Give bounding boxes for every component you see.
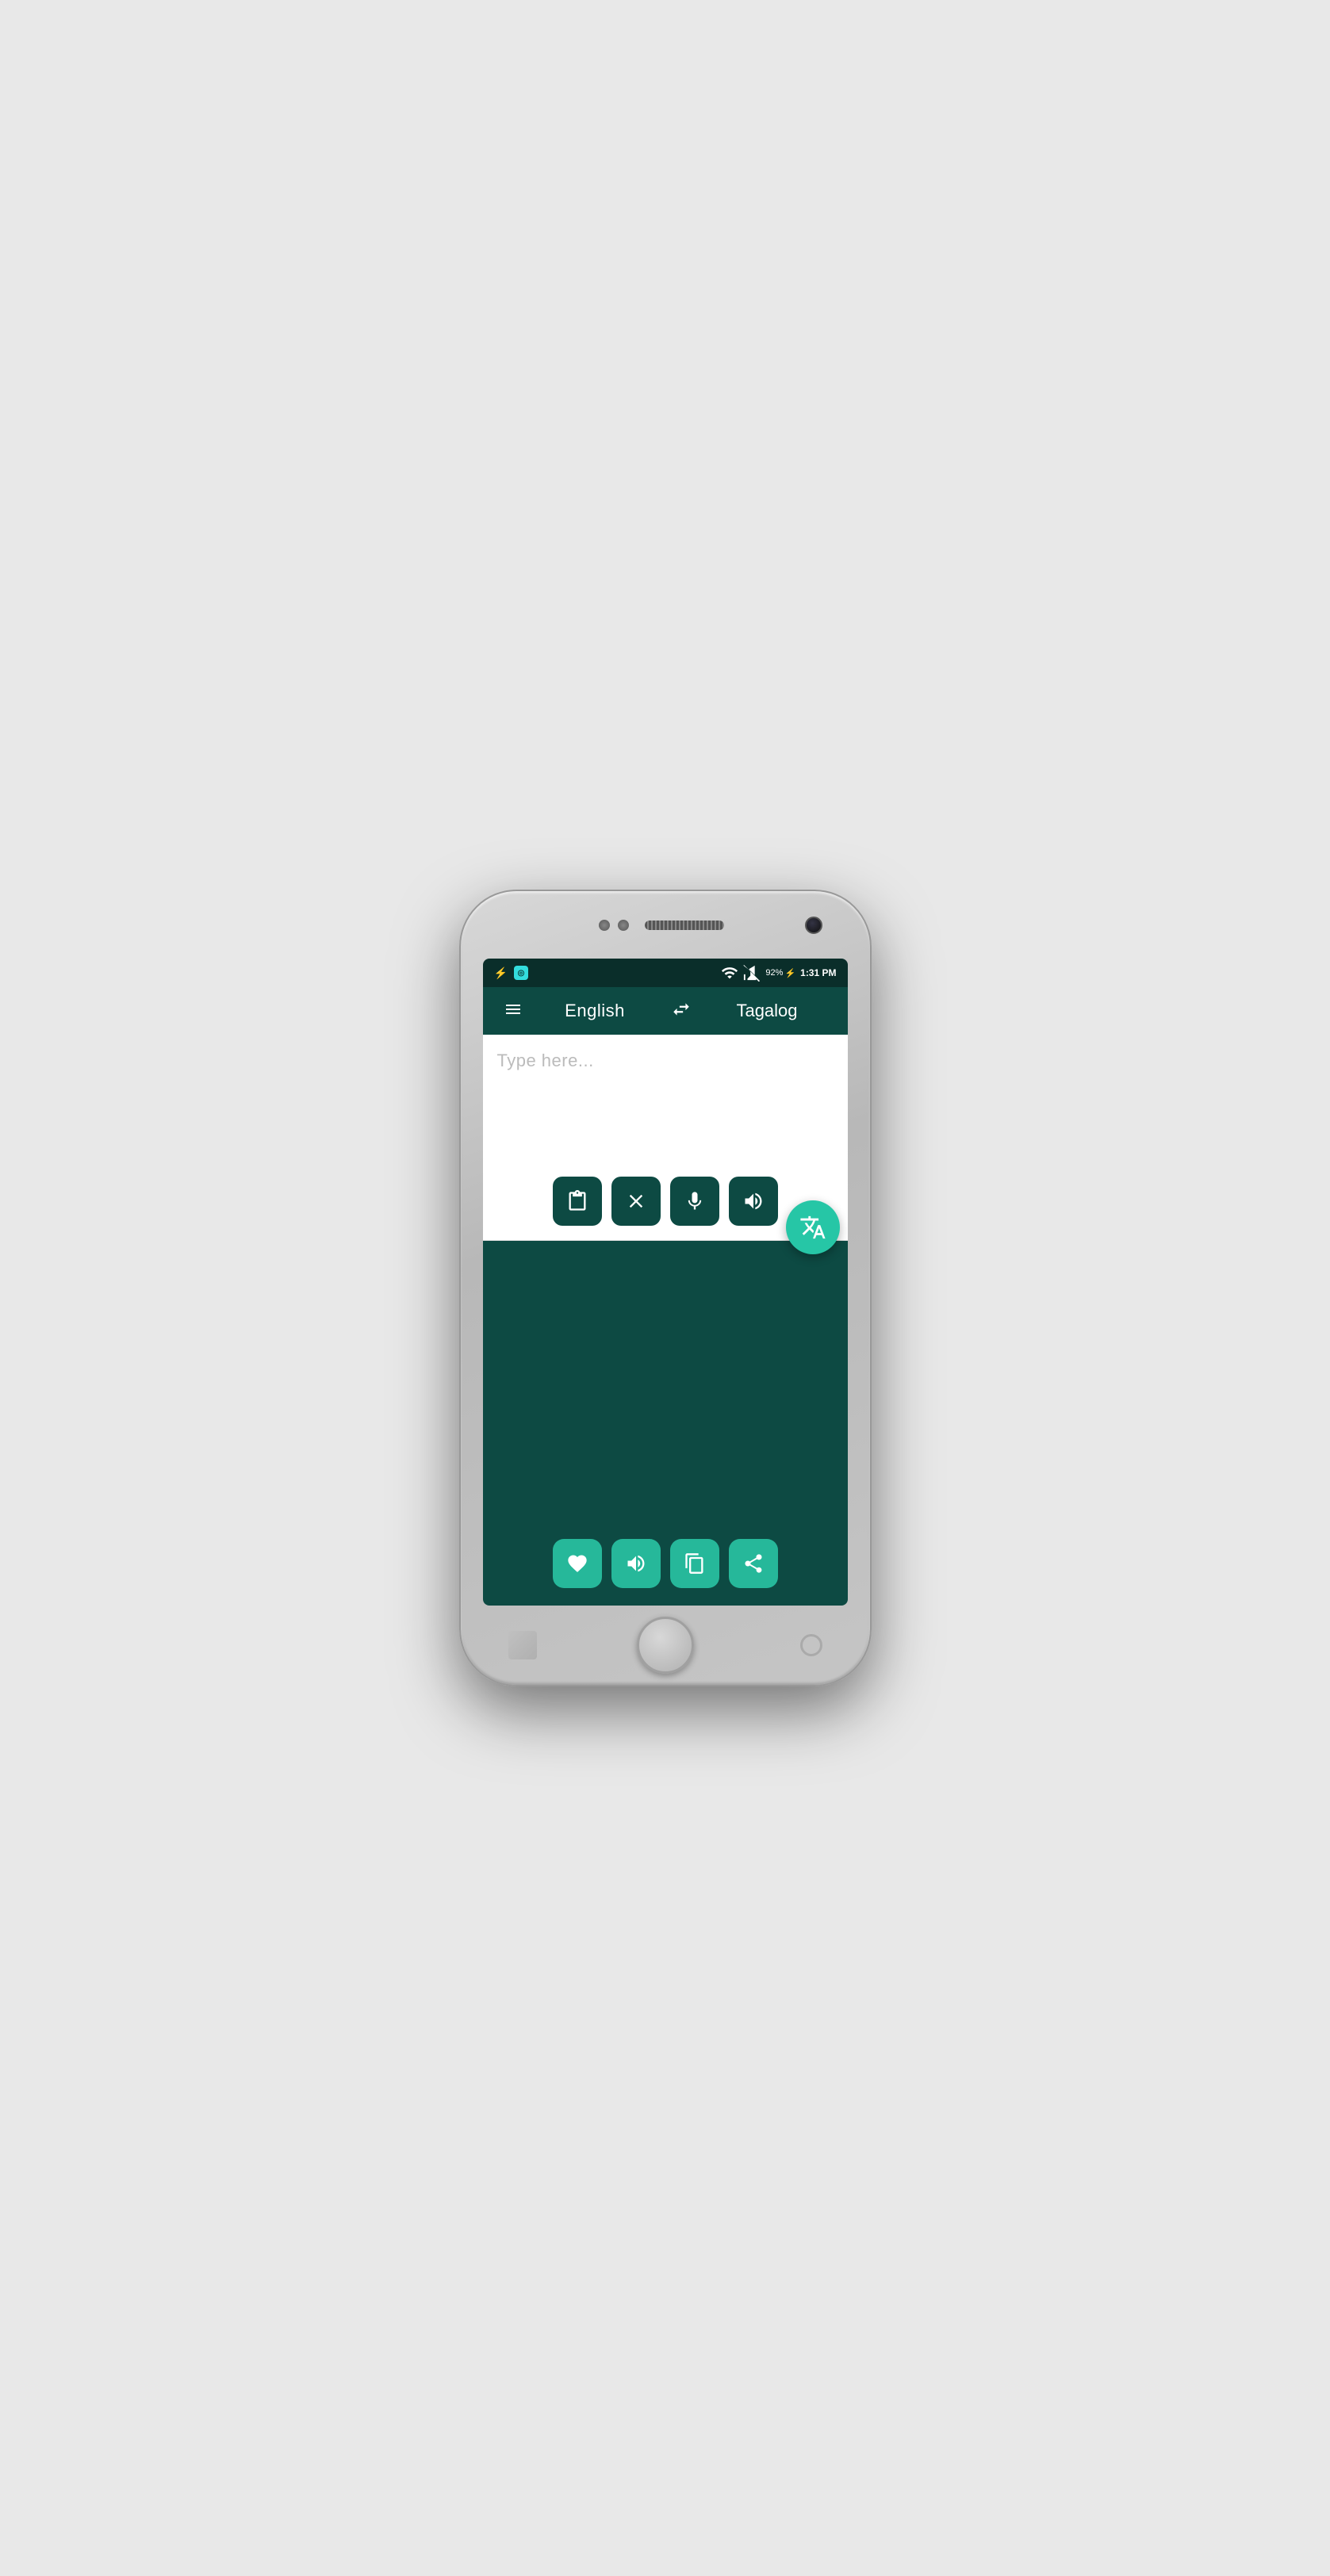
menu-button[interactable]	[497, 993, 529, 1028]
swap-icon	[671, 999, 692, 1020]
speaker-grille	[645, 921, 724, 930]
battery-indicator: 92% ⚡	[765, 968, 795, 978]
swap-languages-button[interactable]	[661, 993, 701, 1030]
phone-hardware-bottom	[461, 1606, 870, 1685]
wifi-icon	[721, 964, 738, 982]
translate-fab-button[interactable]	[786, 1200, 840, 1254]
input-text-area[interactable]: Type here...	[483, 1035, 848, 1166]
recent-apps-button[interactable]	[800, 1634, 822, 1656]
app-notification-icon: ◎	[514, 966, 528, 980]
input-section: Type here...	[483, 1035, 848, 1241]
copy-button[interactable]	[670, 1539, 719, 1588]
target-language-selector[interactable]: Tagalog	[701, 1001, 834, 1021]
mic-button[interactable]	[670, 1177, 719, 1226]
back-button[interactable]	[508, 1631, 537, 1659]
front-camera-dot	[599, 920, 610, 931]
phone-screen: ⚡ ◎ 92% ⚡ 1:31 PM	[483, 959, 848, 1606]
clipboard-icon	[566, 1190, 588, 1212]
output-text-area	[483, 1241, 848, 1528]
sensor-dot	[618, 920, 629, 931]
status-bar: ⚡ ◎ 92% ⚡ 1:31 PM	[483, 959, 848, 987]
battery-percent: 92%	[765, 968, 783, 978]
input-placeholder: Type here...	[497, 1051, 594, 1070]
gt-icon	[799, 1214, 826, 1241]
share-icon	[742, 1552, 765, 1575]
copy-icon	[684, 1552, 706, 1575]
share-button[interactable]	[729, 1539, 778, 1588]
source-language-selector[interactable]: English	[529, 1001, 661, 1021]
usb-icon: ⚡	[494, 966, 508, 980]
status-time: 1:31 PM	[800, 967, 836, 978]
output-actions-bar	[483, 1528, 848, 1606]
favorite-button[interactable]	[553, 1539, 602, 1588]
output-section	[483, 1241, 848, 1606]
heart-icon	[566, 1552, 588, 1575]
app-toolbar: English Tagalog	[483, 987, 848, 1035]
volume-icon	[742, 1190, 765, 1212]
paste-button[interactable]	[553, 1177, 602, 1226]
hamburger-icon	[504, 1000, 523, 1019]
volume-output-icon	[625, 1552, 647, 1575]
status-right-info: 92% ⚡ 1:31 PM	[721, 964, 836, 982]
home-button[interactable]	[637, 1617, 694, 1674]
mic-icon	[684, 1190, 706, 1212]
front-camera	[805, 917, 822, 934]
input-actions-bar	[483, 1166, 848, 1240]
speak-output-button[interactable]	[611, 1539, 661, 1588]
phone-frame: ⚡ ◎ 92% ⚡ 1:31 PM	[459, 890, 872, 1686]
clear-button[interactable]	[611, 1177, 661, 1226]
google-translate-icon	[799, 1214, 826, 1241]
phone-hardware-top	[461, 891, 870, 959]
close-icon	[625, 1190, 647, 1212]
charging-icon: ⚡	[784, 968, 795, 978]
status-left-icons: ⚡ ◎	[494, 966, 528, 980]
signal-icon	[743, 964, 761, 982]
speak-input-button[interactable]	[729, 1177, 778, 1226]
